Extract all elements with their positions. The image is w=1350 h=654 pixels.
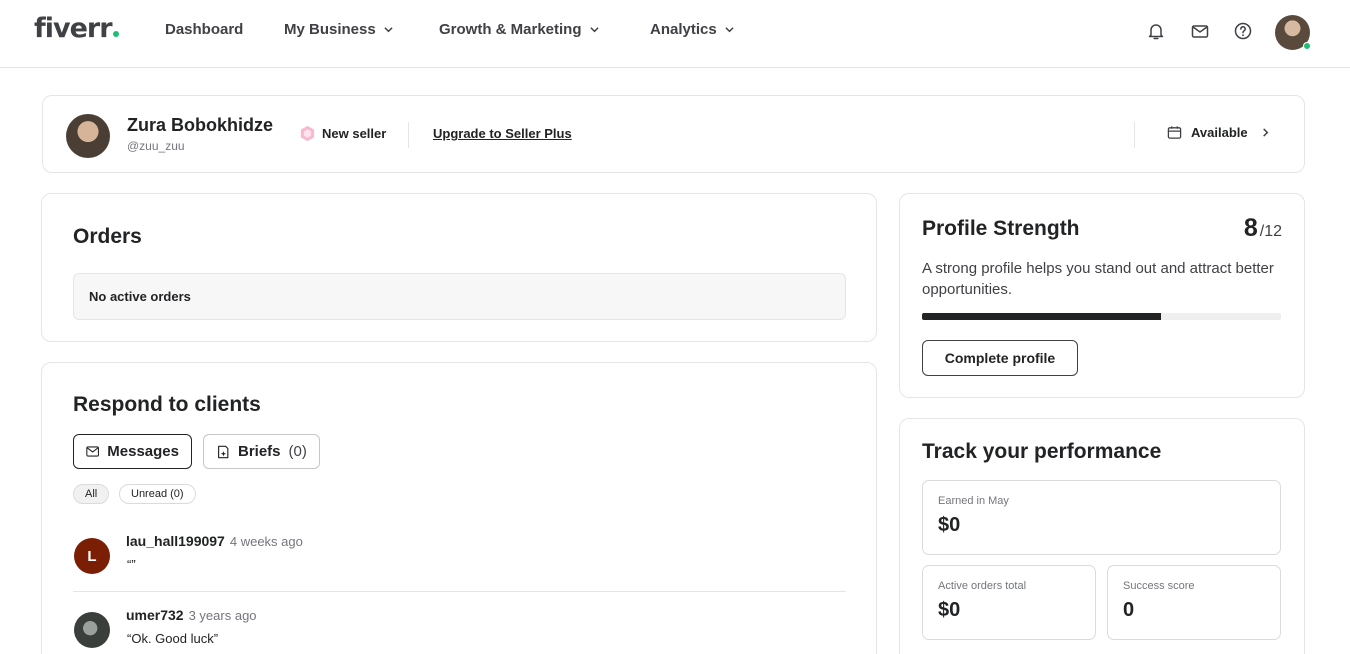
chevron-down-icon xyxy=(589,27,599,33)
availability-label[interactable]: Available xyxy=(1191,125,1248,140)
seller-level-badge: New seller xyxy=(299,125,386,142)
filter-unread[interactable]: Unread (0) xyxy=(119,484,196,504)
seller-level-label: New seller xyxy=(322,126,387,141)
message-preview: “Ok. Good luck” xyxy=(127,631,219,646)
availability-toggle[interactable]: Available xyxy=(1167,125,1270,140)
new-seller-badge-icon xyxy=(300,125,315,142)
nav-my-business[interactable]: My Business xyxy=(284,21,393,38)
tab-messages-label[interactable]: Messages xyxy=(107,443,179,460)
message-username: umer732 xyxy=(126,607,184,623)
earned-value: $0 xyxy=(938,514,961,536)
orders-title: Orders xyxy=(73,225,142,248)
tab-briefs-label[interactable]: Briefs xyxy=(238,443,281,460)
nav-analytics-label[interactable]: Analytics xyxy=(650,21,717,38)
profile-score-max: /12 xyxy=(1259,223,1282,240)
orders-card: Orders No active orders xyxy=(41,193,877,342)
bell-icon[interactable] xyxy=(1146,21,1166,41)
message-time: 4 weeks ago xyxy=(229,534,303,549)
performance-title: Track your performance xyxy=(922,440,1162,463)
success-score-value: 0 xyxy=(1123,599,1135,621)
calendar-icon xyxy=(1167,126,1182,139)
envelope-icon xyxy=(86,446,99,457)
chevron-down-icon xyxy=(725,27,734,33)
message-username: lau_hall199097 xyxy=(126,533,225,549)
nav-analytics[interactable]: Analytics xyxy=(650,21,734,38)
seller-handle: @zuu_zuu xyxy=(127,139,185,153)
message-avatar: L xyxy=(74,538,110,574)
chevron-right-icon xyxy=(1262,128,1268,137)
profile-strength-card: Profile Strength 8/12 A strong profile h… xyxy=(899,193,1305,398)
message-preview: “” xyxy=(127,557,136,572)
tab-briefs[interactable]: Briefs (0) xyxy=(203,434,320,469)
success-score-stat: Success score 0 xyxy=(1107,565,1281,640)
message-time: 3 years ago xyxy=(188,608,257,623)
complete-profile-button[interactable]: Complete profile xyxy=(922,340,1078,376)
active-orders-label: Active orders total xyxy=(938,580,1027,592)
seller-info-card: Zura Bobokhidze @zuu_zuu New seller Upgr… xyxy=(42,95,1305,173)
upgrade-seller-plus-link[interactable]: Upgrade to Seller Plus xyxy=(433,126,572,141)
online-status-dot xyxy=(1303,42,1311,50)
profile-strength-progress-fill xyxy=(922,313,1162,320)
message-avatar xyxy=(74,612,110,648)
message-divider xyxy=(73,591,846,592)
profile-score-value: 8 xyxy=(1243,214,1258,242)
active-orders-value: $0 xyxy=(938,599,961,621)
message-sender: lau_hall199097 4 weeks ago xyxy=(126,533,303,549)
briefs-sparkle-icon xyxy=(218,445,229,458)
envelope-icon[interactable] xyxy=(1190,21,1210,41)
nav-growth-marketing[interactable]: Growth & Marketing xyxy=(439,21,599,38)
profile-strength-description: A strong profile helps you stand out and… xyxy=(922,260,1274,298)
tab-messages[interactable]: Messages xyxy=(73,434,192,469)
respond-title: Respond to clients xyxy=(73,393,261,416)
chevron-down-icon xyxy=(384,27,393,33)
success-score-label: Success score xyxy=(1123,580,1195,592)
help-icon[interactable] xyxy=(1233,21,1253,41)
seller-name: Zura Bobokhidze xyxy=(127,115,274,135)
tab-briefs-count[interactable]: (0) xyxy=(289,443,307,460)
message-row[interactable]: umer732 3 years ago “Ok. Good luck” xyxy=(42,597,876,654)
profile-strength-title: Profile Strength xyxy=(922,217,1080,240)
divider xyxy=(1134,122,1135,148)
top-navbar: fiverr Dashboard My Business Growth & Ma… xyxy=(0,0,1350,68)
user-avatar[interactable] xyxy=(1275,15,1311,50)
respond-to-clients-card: Respond to clients Messages Briefs (0) A… xyxy=(41,362,877,654)
seller-avatar[interactable] xyxy=(66,114,110,158)
nav-dashboard[interactable]: Dashboard xyxy=(165,21,243,38)
profile-strength-progress-bar xyxy=(922,313,1281,320)
nav-growth-marketing-label[interactable]: Growth & Marketing xyxy=(439,21,582,38)
nav-my-business-label[interactable]: My Business xyxy=(284,21,376,38)
message-row[interactable]: L lau_hall199097 4 weeks ago “” xyxy=(42,523,876,593)
logo-text[interactable]: fiverr xyxy=(34,13,113,44)
fiverr-logo[interactable]: fiverr xyxy=(34,13,119,44)
performance-card: Track your performance Earned in May $0 … xyxy=(899,418,1305,654)
logo-dot xyxy=(112,31,119,37)
message-sender: umer732 3 years ago xyxy=(126,607,257,623)
no-orders-message: No active orders xyxy=(73,273,846,320)
earned-stat: Earned in May $0 xyxy=(922,480,1281,555)
active-orders-stat: Active orders total $0 xyxy=(922,565,1096,640)
divider xyxy=(408,122,409,148)
nav-dashboard-label[interactable]: Dashboard xyxy=(165,21,243,38)
filter-all[interactable]: All xyxy=(73,484,110,504)
earned-label: Earned in May xyxy=(938,495,1009,507)
profile-strength-score: 8/12 xyxy=(1244,214,1282,243)
